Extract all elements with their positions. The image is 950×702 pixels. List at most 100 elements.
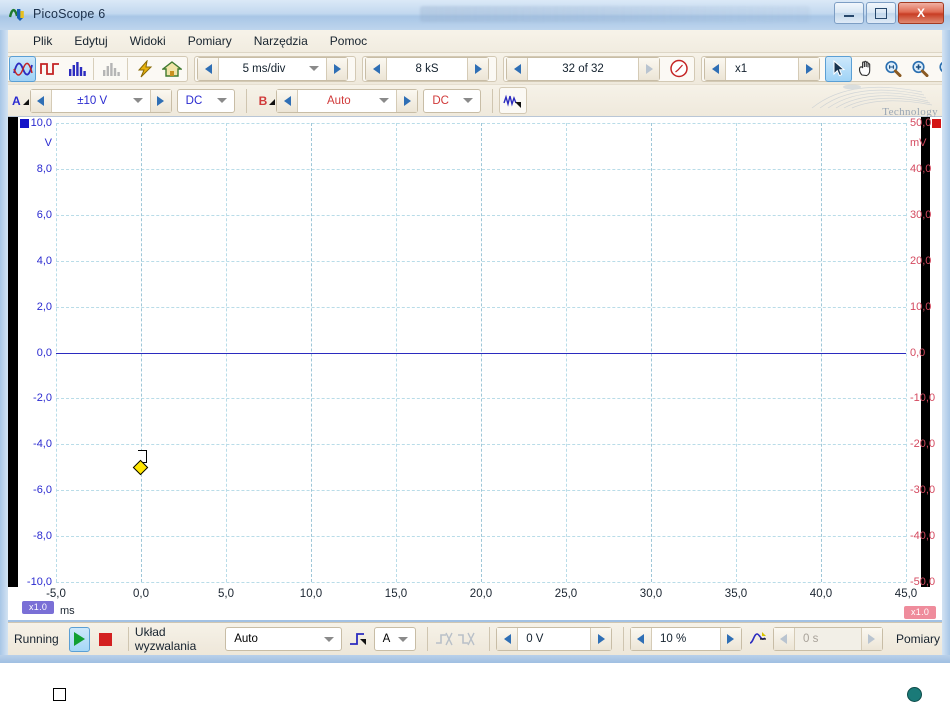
menu-item-edytuj[interactable]: Edytuj xyxy=(63,32,118,50)
pre-trigger-decrement-button[interactable] xyxy=(631,628,652,650)
samples-increment-button[interactable] xyxy=(467,58,488,80)
channel-b-range-decrement-button[interactable] xyxy=(277,90,298,112)
pre-trigger-spinner[interactable]: 10 % xyxy=(630,627,742,651)
buffer-field: 32 of 32 xyxy=(528,58,638,80)
right-arrow-icon xyxy=(646,64,653,74)
start-button[interactable] xyxy=(69,627,90,652)
samples-spinner[interactable]: 8 kS xyxy=(365,57,489,81)
zoom-factor-field[interactable]: x1 xyxy=(726,58,798,80)
y-tick-left: -6,0 xyxy=(33,484,52,496)
channel-a-range-decrement-button[interactable] xyxy=(31,90,52,112)
plot-area[interactable] xyxy=(56,123,906,582)
auto-setup-button[interactable] xyxy=(131,56,158,82)
timebase-decrement-button[interactable] xyxy=(198,58,219,80)
pre-trigger-increment-button[interactable] xyxy=(720,628,741,650)
channel-b-range-field[interactable]: Auto xyxy=(298,90,396,112)
spectrum-mode-button[interactable] xyxy=(63,56,90,82)
right-arrow-icon xyxy=(598,634,605,644)
menu-item-widoki[interactable]: Widoki xyxy=(119,32,177,50)
x-tick: 30,0 xyxy=(640,588,662,600)
zoom-factor-decrement-button[interactable] xyxy=(705,58,726,80)
x-tick: -5,0 xyxy=(46,588,66,600)
square-wave-mode-button[interactable] xyxy=(36,56,63,82)
channel-a-range-increment-button[interactable] xyxy=(150,90,171,112)
chevron-down-icon[interactable] xyxy=(463,98,473,103)
chevron-down-icon[interactable] xyxy=(324,637,334,642)
timebase-field[interactable]: 5 ms/div xyxy=(219,58,326,80)
timebase-spinner[interactable]: 5 ms/div xyxy=(197,57,348,81)
zoom-factor-increment-button[interactable] xyxy=(798,58,819,80)
channel-a-coupling-combo[interactable]: DC xyxy=(177,89,235,113)
buffer-previous-button[interactable] xyxy=(507,58,528,80)
trigger-layout-label: Układ wyzwalania xyxy=(135,625,211,653)
spectrum-secondary-button xyxy=(97,56,124,82)
y-tick-right: 0,0 xyxy=(910,347,925,359)
chevron-down-icon[interactable] xyxy=(309,66,319,71)
post-trigger-value: 0 s xyxy=(795,633,861,645)
channel-b-offset-handle[interactable] xyxy=(907,687,922,702)
advanced-trigger-disabled-icon xyxy=(434,630,454,648)
trigger-level-spinner[interactable]: 0 V xyxy=(496,627,612,651)
chevron-down-icon[interactable] xyxy=(398,637,408,642)
samples-field[interactable]: 8 kS xyxy=(387,58,467,80)
chevron-down-icon[interactable] xyxy=(217,98,227,103)
scope-mode-button[interactable] xyxy=(9,56,36,82)
samples-decrement-button[interactable] xyxy=(366,58,387,80)
minimize-button[interactable] xyxy=(834,2,864,24)
zoom-factor-spinner[interactable]: x1 xyxy=(704,57,820,81)
trigger-position-button[interactable] xyxy=(747,626,769,652)
buffer-spinner[interactable]: 32 of 32 xyxy=(506,57,660,81)
channel-b-range-spinner[interactable]: Auto xyxy=(276,89,418,113)
filter-button[interactable] xyxy=(499,87,527,114)
menu-item-plik[interactable]: Plik xyxy=(22,32,63,50)
trigger-level-decrement-button[interactable] xyxy=(497,628,518,650)
chevron-down-icon[interactable] xyxy=(133,98,143,103)
scope-view[interactable]: V 10,0 8,0 6,0 4,0 2,0 0,0 -2,0 -4,0 -6,… xyxy=(8,117,942,620)
pre-trigger-field[interactable]: 10 % xyxy=(652,628,720,650)
x-tick: 0,0 xyxy=(133,588,149,600)
hand-pan-tool-button[interactable] xyxy=(852,56,879,82)
channel-a-menu-corner-icon[interactable] xyxy=(23,93,29,105)
y-tick-left: -2,0 xyxy=(33,392,52,404)
filter-group xyxy=(499,88,527,114)
restore-button[interactable] xyxy=(866,2,896,24)
trigger-source-combo[interactable]: A xyxy=(374,627,416,651)
trigger-level-field[interactable]: 0 V xyxy=(518,628,590,650)
trigger-position-icon xyxy=(748,630,768,648)
channel-b-label[interactable]: B xyxy=(253,94,277,108)
channel-b-menu-corner-icon[interactable] xyxy=(269,93,275,105)
trigger-edge-button[interactable] xyxy=(347,626,369,652)
chevron-down-icon[interactable] xyxy=(379,98,389,103)
measurements-button[interactable]: Pomiary xyxy=(896,632,940,646)
y-tick-left: -10,0 xyxy=(27,576,52,588)
channel-a-scale-badge[interactable]: x1.0 xyxy=(22,601,54,614)
buffer-next-button[interactable] xyxy=(638,58,659,80)
trigger-marker[interactable] xyxy=(133,450,151,472)
zoom-window-tool-button[interactable] xyxy=(879,56,906,82)
close-button[interactable]: X xyxy=(898,2,944,24)
channel-b-letter: B xyxy=(259,94,268,108)
menu-item-narzedzia[interactable]: Narzędzia xyxy=(243,32,319,50)
x-axis: -5,0 0,0 5,0 10,0 15,0 20,0 25,0 30,0 35… xyxy=(56,588,906,618)
rising-edge-icon xyxy=(348,630,368,648)
trigger-level-increment-button[interactable] xyxy=(590,628,611,650)
channel-b-scale-badge[interactable]: x1.0 xyxy=(904,606,936,619)
channel-a-range-field[interactable]: ±10 V xyxy=(52,90,150,112)
channel-a-label[interactable]: A xyxy=(6,94,30,108)
pointer-tool-button[interactable] xyxy=(825,56,852,82)
menu-item-pomiary[interactable]: Pomiary xyxy=(177,32,243,50)
window-frame-bottom xyxy=(0,655,950,663)
trigger-mode-combo[interactable]: Auto xyxy=(225,627,341,651)
channel-divider xyxy=(246,89,247,113)
channel-b-coupling-combo[interactable]: DC xyxy=(423,89,481,113)
menu-item-pomoc[interactable]: Pomoc xyxy=(319,32,378,50)
buffer-navigator-button[interactable] xyxy=(665,56,692,82)
picoscope-app-icon xyxy=(9,5,26,22)
timebase-increment-button[interactable] xyxy=(326,58,347,80)
stop-button[interactable] xyxy=(95,627,116,652)
zoom-in-tool-button[interactable] xyxy=(906,56,933,82)
channel-a-range-spinner[interactable]: ±10 V xyxy=(30,89,172,113)
home-button[interactable] xyxy=(158,56,185,82)
channel-b-range-increment-button[interactable] xyxy=(396,90,417,112)
channel-a-offset-handle[interactable] xyxy=(53,688,66,701)
